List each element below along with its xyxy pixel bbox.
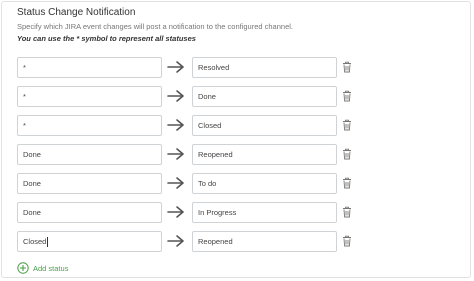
- mapping-row: Done Reopened: [2, 144, 472, 166]
- section-title: Status Change Notification: [17, 7, 136, 18]
- mapping-row: * Closed: [2, 115, 472, 137]
- add-status-button[interactable]: Add status: [17, 261, 68, 275]
- to-status-input[interactable]: Reopened: [192, 144, 337, 165]
- status-change-panel: Status Change Notification Specify which…: [1, 1, 471, 278]
- to-status-input[interactable]: Done: [192, 86, 337, 107]
- trash-icon[interactable]: [342, 206, 352, 218]
- arrow-right-icon: [167, 90, 184, 102]
- mapping-row: Closed Reopened: [2, 231, 472, 253]
- arrow-right-icon: [167, 148, 184, 160]
- to-status-input[interactable]: To do: [192, 173, 337, 194]
- mapping-row: * Resolved: [2, 57, 472, 79]
- trash-icon[interactable]: [342, 177, 352, 189]
- section-description: Specify which JIRA event changes will po…: [17, 22, 293, 31]
- trash-icon[interactable]: [342, 235, 352, 247]
- arrow-right-icon: [167, 206, 184, 218]
- arrow-right-icon: [167, 119, 184, 131]
- arrow-right-icon: [167, 61, 184, 73]
- arrow-right-icon: [167, 177, 184, 189]
- from-status-input[interactable]: *: [17, 57, 162, 78]
- from-status-input[interactable]: Done: [17, 173, 162, 194]
- trash-icon[interactable]: [342, 119, 352, 131]
- from-status-input[interactable]: Done: [17, 144, 162, 165]
- trash-icon[interactable]: [342, 90, 352, 102]
- trash-icon[interactable]: [342, 148, 352, 160]
- from-status-input[interactable]: *: [17, 86, 162, 107]
- arrow-right-icon: [167, 235, 184, 247]
- from-status-input[interactable]: *: [17, 115, 162, 136]
- mapping-row: Done To do: [2, 173, 472, 195]
- trash-icon[interactable]: [342, 61, 352, 73]
- to-status-input[interactable]: Reopened: [192, 231, 337, 252]
- add-status-label: Add status: [33, 263, 69, 273]
- from-status-input[interactable]: Done: [17, 202, 162, 223]
- from-status-value: Closed: [23, 237, 47, 246]
- plus-circle-icon: [17, 262, 29, 274]
- mapping-row: * Done: [2, 86, 472, 108]
- to-status-input[interactable]: Closed: [192, 115, 337, 136]
- to-status-input[interactable]: In Progress: [192, 202, 337, 223]
- from-status-input[interactable]: Closed: [17, 231, 162, 252]
- to-status-input[interactable]: Resolved: [192, 57, 337, 78]
- text-caret: [47, 237, 49, 248]
- section-hint: You can use the * symbol to represent al…: [17, 34, 196, 43]
- mapping-row: Done In Progress: [2, 202, 472, 224]
